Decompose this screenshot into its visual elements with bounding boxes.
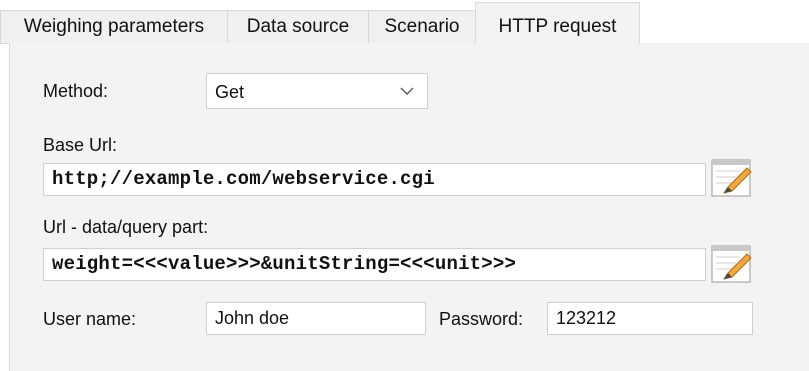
base-url-edit-button[interactable]: [710, 157, 754, 201]
username-input[interactable]: John doe: [206, 302, 426, 335]
password-value: 123212: [556, 308, 617, 328]
tab-data-source[interactable]: Data source: [227, 10, 369, 43]
username-value: John doe: [215, 308, 290, 328]
username-label: User name:: [43, 309, 137, 329]
http-request-panel: Method: Get Base Url: http;//example.com…: [9, 43, 809, 371]
tab-label: Data source: [246, 16, 350, 37]
tab-label: Weighing parameters: [23, 16, 205, 37]
chevron-down-icon: [400, 87, 414, 95]
tab-scenario[interactable]: Scenario: [368, 10, 476, 43]
query-edit-button[interactable]: [710, 243, 754, 287]
method-select[interactable]: Get: [206, 73, 428, 109]
tab-weighing-parameters[interactable]: Weighing parameters: [0, 10, 228, 43]
notepad-pencil-icon: [711, 159, 752, 197]
base-url-label: Base Url:: [43, 135, 118, 155]
password-label: Password:: [439, 309, 524, 329]
notepad-pencil-icon: [711, 245, 752, 283]
base-url-input[interactable]: http;//example.com/webservice.cgi: [43, 163, 706, 196]
tab-label: HTTP request: [498, 16, 617, 37]
tab-strip: Weighing parameters Data source Scenario…: [0, 0, 809, 44]
method-select-value: Get: [215, 82, 245, 102]
tab-label: Scenario: [384, 16, 460, 37]
base-url-value: http;//example.com/webservice.cgi: [52, 168, 435, 190]
tab-http-request[interactable]: HTTP request: [475, 2, 640, 44]
query-label: Url - data/query part:: [43, 217, 209, 237]
method-label: Method:: [43, 81, 109, 101]
query-value: weight=<<<value>>>&unitString=<<<unit>>>: [52, 253, 517, 275]
password-input[interactable]: 123212: [547, 302, 753, 335]
query-input[interactable]: weight=<<<value>>>&unitString=<<<unit>>>: [43, 248, 706, 281]
